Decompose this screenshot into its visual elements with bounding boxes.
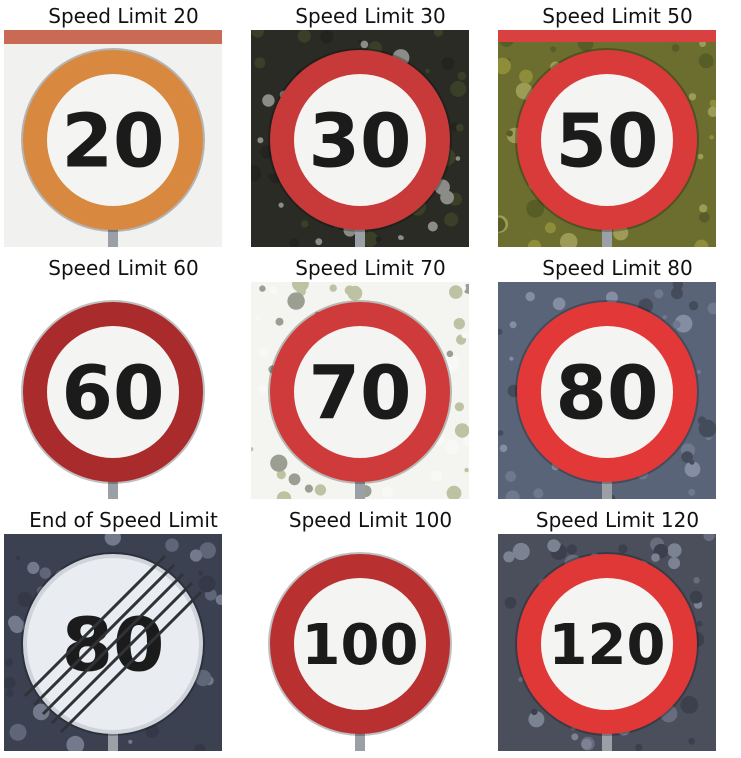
panel-speed-limit-120: Speed Limit 120 120 <box>494 504 741 756</box>
sign-number: 60 <box>62 351 165 437</box>
sign-illustration: 20 <box>4 30 222 247</box>
panel-caption: Speed Limit 30 <box>295 4 446 28</box>
sign-illustration: 30 <box>251 30 469 247</box>
panel-speed-limit-70: Speed Limit 70 70 <box>247 252 494 504</box>
sign-photo: 60 <box>4 282 222 499</box>
sign-illustration: 50 <box>498 30 716 247</box>
panel-speed-limit-50: Speed Limit 50 50 <box>494 0 741 252</box>
panel-caption: Speed Limit 100 <box>288 508 453 532</box>
sign-photo: 20 <box>4 30 222 247</box>
panel-speed-limit-80: Speed Limit 80 80 <box>494 252 741 504</box>
panel-end-of-speed-limit: End of Speed Limit 80 <box>0 504 247 756</box>
panel-caption: Speed Limit 60 <box>48 256 199 280</box>
sign-illustration: 100 <box>251 534 469 751</box>
panel-speed-limit-60: Speed Limit 60 60 <box>0 252 247 504</box>
sign-photo: 80 <box>498 282 716 499</box>
sign-photo: 120 <box>498 534 716 751</box>
sign-photo: 80 <box>4 534 222 751</box>
top-bar <box>498 30 716 42</box>
sign-illustration: 80 <box>4 534 222 751</box>
panel-speed-limit-30: Speed Limit 30 30 <box>247 0 494 252</box>
top-bar <box>4 30 222 44</box>
panel-caption: Speed Limit 80 <box>542 256 693 280</box>
panel-caption: Speed Limit 70 <box>295 256 446 280</box>
panel-speed-limit-20: Speed Limit 20 20 <box>0 0 247 252</box>
sign-photo: 30 <box>251 30 469 247</box>
panel-speed-limit-100: Speed Limit 100 100 <box>247 504 494 756</box>
sign-number: 100 <box>302 613 419 678</box>
sign-illustration: 70 <box>251 282 469 499</box>
sign-illustration: 80 <box>498 282 716 499</box>
sign-number: 30 <box>309 99 412 185</box>
panel-caption: Speed Limit 120 <box>535 508 700 532</box>
sign-illustration: 60 <box>4 282 222 499</box>
panel-caption: Speed Limit 50 <box>542 4 693 28</box>
sign-photo: 50 <box>498 30 716 247</box>
sign-number: 50 <box>556 99 659 185</box>
panel-caption: End of Speed Limit <box>29 508 218 532</box>
panel-caption: Speed Limit 20 <box>48 4 199 28</box>
sign-number: 80 <box>556 351 659 437</box>
sign-illustration: 120 <box>498 534 716 751</box>
sign-number: 20 <box>62 99 165 185</box>
sign-photo: 70 <box>251 282 469 499</box>
sign-photo: 100 <box>251 534 469 751</box>
sign-number: 70 <box>309 351 412 437</box>
sign-number: 120 <box>549 613 666 678</box>
